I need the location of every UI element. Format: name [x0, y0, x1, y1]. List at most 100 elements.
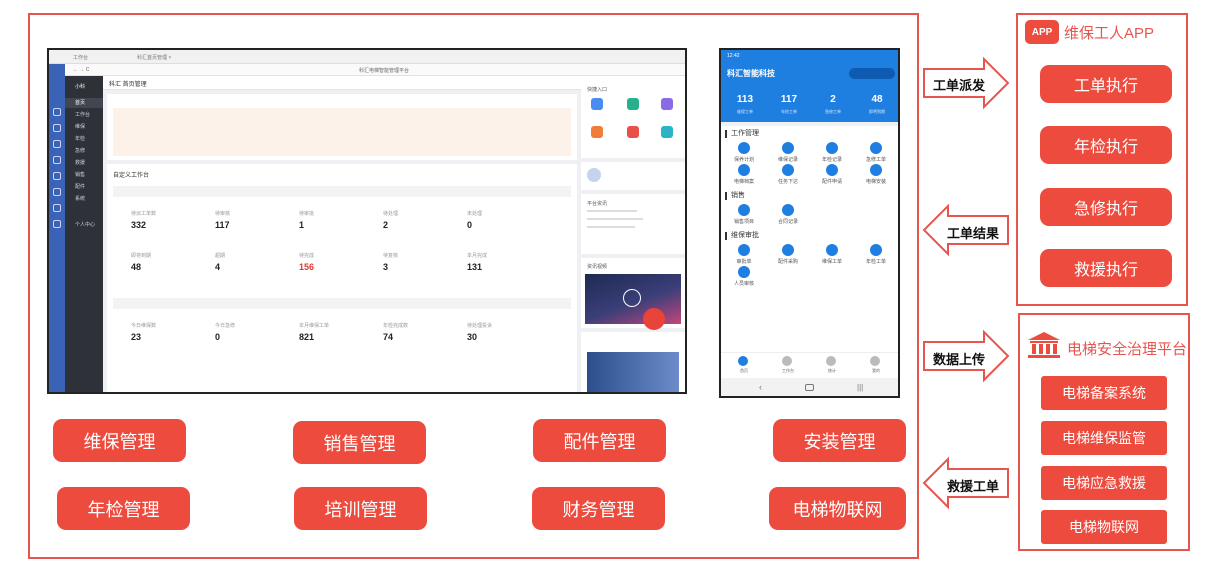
- module-parts-button[interactable]: 配件管理: [533, 419, 666, 462]
- stat-value[interactable]: 332: [131, 220, 146, 230]
- quick-icon[interactable]: [661, 126, 673, 138]
- app-annual-inspection-button[interactable]: 年检执行: [1040, 126, 1172, 164]
- phone-capsule-button[interactable]: [849, 68, 895, 79]
- phone-menu-icon[interactable]: [826, 142, 838, 154]
- phone-menu-icon[interactable]: [826, 244, 838, 256]
- phone-menu-icon[interactable]: [782, 204, 794, 216]
- stat-value[interactable]: 74: [383, 332, 393, 342]
- phone-stat-value[interactable]: 2: [813, 94, 853, 105]
- phone-menu-label[interactable]: 审批单: [729, 258, 759, 265]
- home-icon[interactable]: [805, 384, 814, 391]
- platform-emergency-rescue-button[interactable]: 电梯应急救援: [1041, 466, 1167, 500]
- module-training-button[interactable]: 培训管理: [294, 487, 427, 530]
- sidebar-item-workbench[interactable]: 工作台: [65, 110, 103, 120]
- browser-urlbar[interactable]: ← → C 科汇电梯智能管理平台: [49, 64, 685, 76]
- phone-menu-label[interactable]: 配件采购: [773, 258, 803, 265]
- quick-icon[interactable]: [591, 98, 603, 110]
- phone-menu-label[interactable]: 配件申请: [817, 178, 847, 185]
- platform-maintenance-supervision-button[interactable]: 电梯维保监管: [1041, 421, 1167, 455]
- quick-icon[interactable]: [661, 98, 673, 110]
- stat-value[interactable]: 1: [299, 220, 304, 230]
- module-maintenance-button[interactable]: 维保管理: [53, 419, 186, 462]
- platform-iot-button[interactable]: 电梯物联网: [1041, 510, 1167, 544]
- module-install-button[interactable]: 安装管理: [773, 419, 906, 462]
- phone-menu-icon[interactable]: [870, 142, 882, 154]
- phone-menu-icon[interactable]: [738, 142, 750, 154]
- phone-menu-icon[interactable]: [738, 266, 750, 278]
- phone-navbar: ‹ |||: [721, 378, 898, 396]
- stat-value[interactable]: 23: [131, 332, 141, 342]
- stat-value[interactable]: 30: [467, 332, 477, 342]
- app-work-order-button[interactable]: 工单执行: [1040, 65, 1172, 103]
- platform-record-system-button[interactable]: 电梯备案系统: [1041, 376, 1167, 410]
- phone-menu-icon[interactable]: [782, 244, 794, 256]
- phone-menu-icon[interactable]: [870, 244, 882, 256]
- phone-tab-label[interactable]: 我的: [861, 368, 891, 374]
- quick-icon[interactable]: [591, 126, 603, 138]
- phone-menu-icon[interactable]: [782, 164, 794, 176]
- sidebar-item-rescue[interactable]: 救援: [65, 158, 103, 168]
- module-annual-inspection-button[interactable]: 年检管理: [57, 487, 190, 530]
- stat-label: 年检完成数: [383, 323, 409, 329]
- stat-value[interactable]: 48: [131, 262, 141, 272]
- phone-title: 科汇智能科技: [727, 69, 775, 78]
- stat-value[interactable]: 156: [299, 262, 314, 272]
- sidebar-item-profile[interactable]: 个人中心: [65, 220, 103, 230]
- phone-menu-label[interactable]: 任务下达: [773, 178, 803, 185]
- module-sales-button[interactable]: 销售管理: [293, 421, 426, 464]
- recent-apps-icon[interactable]: |||: [857, 383, 863, 392]
- phone-menu-label[interactable]: 保养计划: [729, 156, 759, 163]
- module-iot-button[interactable]: 电梯物联网: [769, 487, 906, 530]
- phone-stat-value[interactable]: 48: [857, 94, 897, 105]
- sidebar-item-inspection[interactable]: 年检: [65, 134, 103, 144]
- stat-value[interactable]: 821: [299, 332, 314, 342]
- phone-menu-label[interactable]: 维保工单: [817, 258, 847, 265]
- phone-tab-icon[interactable]: [826, 356, 836, 366]
- app-rescue-button[interactable]: 救援执行: [1040, 249, 1172, 287]
- module-finance-button[interactable]: 财务管理: [532, 487, 665, 530]
- sidebar-item-maintenance[interactable]: 维保: [65, 122, 103, 132]
- sidebar-item-repair[interactable]: 急修: [65, 146, 103, 156]
- play-icon[interactable]: [623, 289, 641, 307]
- phone-menu-label[interactable]: 电梯安装: [861, 178, 891, 185]
- phone-menu-icon[interactable]: [870, 164, 882, 176]
- phone-menu-label[interactable]: 电梯档案: [729, 178, 759, 185]
- quick-icon[interactable]: [627, 98, 639, 110]
- float-service-icon[interactable]: [643, 308, 665, 330]
- phone-tab-icon[interactable]: [782, 356, 792, 366]
- phone-menu-icon[interactable]: [738, 244, 750, 256]
- phone-stat-value[interactable]: 113: [725, 94, 765, 105]
- stat-value[interactable]: 131: [467, 262, 482, 272]
- stat-value[interactable]: 0: [215, 332, 220, 342]
- stat-value[interactable]: 0: [467, 220, 472, 230]
- sidebar-item-sales[interactable]: 销售: [65, 170, 103, 180]
- sidebar-item-home[interactable]: 首页: [65, 98, 103, 108]
- phone-menu-label[interactable]: 销售项目: [729, 218, 759, 225]
- phone-menu-icon[interactable]: [782, 142, 794, 154]
- quick-icon[interactable]: [627, 126, 639, 138]
- phone-menu-label[interactable]: 合同记录: [773, 218, 803, 225]
- phone-menu-label[interactable]: 急修工单: [861, 156, 891, 163]
- phone-tab-label[interactable]: 首页: [729, 368, 759, 374]
- sidebar-item-system[interactable]: 系统: [65, 194, 103, 204]
- phone-menu-label[interactable]: 人员审核: [729, 280, 759, 287]
- stat-value[interactable]: 2: [383, 220, 388, 230]
- phone-menu-label[interactable]: 维保记录: [773, 156, 803, 163]
- phone-menu-icon[interactable]: [738, 204, 750, 216]
- phone-tab-label[interactable]: 统计: [817, 368, 847, 374]
- phone-tab-icon[interactable]: [738, 356, 748, 366]
- phone-menu-icon[interactable]: [826, 164, 838, 176]
- phone-tab-label[interactable]: 工作台: [773, 368, 803, 374]
- back-icon[interactable]: ‹: [759, 382, 762, 392]
- phone-menu-icon[interactable]: [738, 164, 750, 176]
- app-emergency-repair-button[interactable]: 急修执行: [1040, 188, 1172, 226]
- phone-stat-value[interactable]: 117: [769, 94, 809, 105]
- stat-value[interactable]: 4: [215, 262, 220, 272]
- phone-menu-label[interactable]: 年检工单: [861, 258, 891, 265]
- phone-menu-label[interactable]: 年检记录: [817, 156, 847, 163]
- stat-value[interactable]: 3: [383, 262, 388, 272]
- video-thumbnail[interactable]: [585, 274, 681, 324]
- sidebar-item-parts[interactable]: 配件: [65, 182, 103, 192]
- phone-tab-icon[interactable]: [870, 356, 880, 366]
- stat-value[interactable]: 117: [215, 220, 230, 230]
